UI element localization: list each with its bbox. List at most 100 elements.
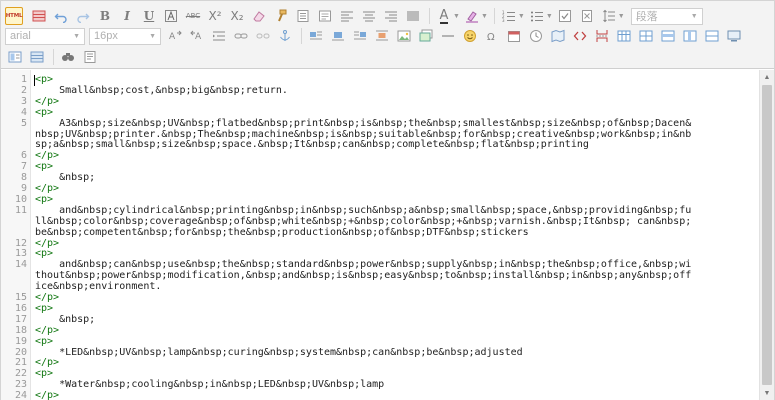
code-line-text[interactable]: A3&nbsp;size&nbsp;UV&nbsp;flatbed&nbsp;p…: [35, 118, 691, 129]
code-line-text[interactable]: &nbsp;: [35, 172, 95, 183]
emotion-icon[interactable]: [460, 26, 480, 46]
insert-col-icon[interactable]: [680, 26, 700, 46]
code-line-tag[interactable]: </p>: [35, 325, 59, 336]
direction-ltr-icon[interactable]: A: [165, 26, 185, 46]
code-line-text[interactable]: ll&nbsp;color&nbsp;coverage&nbsp;of&nbsp…: [35, 216, 691, 227]
map-icon[interactable]: [548, 26, 568, 46]
date-icon[interactable]: [504, 26, 524, 46]
code-line-text[interactable]: be&nbsp;competent&nbsp;for&nbsp;the&nbsp…: [35, 227, 529, 238]
vertical-scrollbar[interactable]: ▲ ▼: [759, 70, 774, 400]
code-line-tag[interactable]: </p>: [35, 390, 59, 400]
anchor-icon[interactable]: [275, 26, 295, 46]
code-line-text[interactable]: ice&nbsp;environment.: [35, 281, 161, 292]
code-line-text[interactable]: Small&nbsp;cost,&nbsp;big&nbsp;return.: [35, 85, 288, 96]
page-break-icon[interactable]: [592, 26, 612, 46]
code-line-tag[interactable]: <p>: [35, 303, 53, 314]
code-line-text[interactable]: nbsp;UV&nbsp;printer.&nbsp;The&nbsp;mach…: [35, 129, 691, 140]
template-icon[interactable]: [5, 47, 25, 67]
image-right-icon[interactable]: [350, 26, 370, 46]
code-line-text[interactable]: and&nbsp;cylindrical&nbsp;printing&nbsp;…: [35, 205, 691, 216]
special-char-icon[interactable]: Ω: [482, 26, 502, 46]
subscript-icon[interactable]: X₂: [227, 6, 247, 26]
insert-table-icon[interactable]: [614, 26, 634, 46]
indent-icon[interactable]: [209, 26, 229, 46]
eraser-icon[interactable]: [249, 6, 269, 26]
code-line-tag[interactable]: <p>: [35, 368, 53, 379]
underline-icon[interactable]: U: [139, 6, 159, 26]
code-line-tag[interactable]: </p>: [35, 96, 59, 107]
bold-icon[interactable]: B: [95, 6, 115, 26]
image-center-icon[interactable]: [372, 26, 392, 46]
paragraph-format-select[interactable]: 段落 ▼: [630, 7, 703, 25]
unordered-list-icon[interactable]: [527, 6, 547, 26]
line-height-icon[interactable]: [599, 6, 619, 26]
block-quote-icon[interactable]: [315, 6, 335, 26]
image-left-icon[interactable]: [306, 26, 326, 46]
insert-row-icon[interactable]: [658, 26, 678, 46]
code-line-tag[interactable]: <p>: [35, 194, 53, 205]
code-line-tag[interactable]: </p>: [35, 150, 59, 161]
image-none-icon[interactable]: [328, 26, 348, 46]
code-line-text[interactable]: thout&nbsp;power&nbsp;modification,&nbsp…: [35, 270, 691, 281]
chevron-down-icon[interactable]: ▼: [546, 13, 553, 20]
format-brush-icon[interactable]: [271, 6, 291, 26]
html-source-editor[interactable]: 1 2 3 4 5 6 7 8 9 10 11 12 13 14 15 16 17 18 19 20 21 22 23 24 …: [1, 70, 774, 400]
code-line-text[interactable]: &nbsp;: [35, 314, 95, 325]
code-line-text[interactable]: *Water&nbsp;cooling&nbsp;in&nbsp;LED&nbs…: [35, 379, 384, 390]
multi-image-icon[interactable]: [416, 26, 436, 46]
code-line-tag[interactable]: </p>: [35, 292, 59, 303]
scroll-down-arrow-icon[interactable]: ▼: [760, 386, 774, 400]
chevron-down-icon[interactable]: ▼: [618, 13, 625, 20]
superscript-icon[interactable]: X²: [205, 6, 225, 26]
code-line-tag[interactable]: </p>: [35, 357, 59, 368]
table-icon[interactable]: [29, 6, 49, 26]
code-line-tag[interactable]: <p>: [35, 161, 53, 172]
select-all-icon[interactable]: [555, 6, 575, 26]
horizontal-rule-icon[interactable]: [438, 26, 458, 46]
strikethrough-icon[interactable]: ABC: [183, 6, 203, 26]
auto-typeset-icon[interactable]: [293, 6, 313, 26]
undo-icon[interactable]: [51, 6, 71, 26]
chevron-down-icon[interactable]: ▼: [453, 13, 460, 20]
align-center-icon[interactable]: [359, 6, 379, 26]
insert-image-icon[interactable]: [394, 26, 414, 46]
search-replace-icon[interactable]: [58, 47, 78, 67]
code-line-text[interactable]: sp;a&nbsp;small&nbsp;size&nbsp;space.&nb…: [35, 139, 589, 150]
background-icon[interactable]: [27, 47, 47, 67]
align-right-icon[interactable]: [381, 6, 401, 26]
highlight-color-icon[interactable]: [462, 6, 482, 26]
time-icon[interactable]: [526, 26, 546, 46]
code-line-tag[interactable]: </p>: [35, 183, 59, 194]
italic-icon[interactable]: I: [117, 6, 137, 26]
chevron-down-icon[interactable]: ▼: [518, 13, 525, 20]
scrollbar-thumb[interactable]: [762, 85, 772, 385]
font-family-select[interactable]: arial ▼: [5, 27, 85, 45]
code-line-tag[interactable]: <p>: [35, 74, 53, 85]
link-icon[interactable]: [231, 26, 251, 46]
code-line-tag[interactable]: <p>: [35, 336, 53, 347]
word-count-icon[interactable]: [80, 47, 100, 67]
source-code-lines[interactable]: <p> Small&nbsp;cost,&nbsp;big&nbsp;retur…: [35, 70, 757, 400]
ordered-list-icon[interactable]: 123: [499, 6, 519, 26]
code-line-text[interactable]: and&nbsp;can&nbsp;use&nbsp;the&nbsp;stan…: [35, 259, 691, 270]
html-source-button[interactable]: HTML: [5, 7, 23, 25]
font-color-icon[interactable]: A: [434, 6, 454, 26]
font-border-icon[interactable]: [161, 6, 181, 26]
clear-doc-icon[interactable]: [577, 6, 597, 26]
preview-icon[interactable]: [724, 26, 744, 46]
code-line-tag[interactable]: <p>: [35, 248, 53, 259]
direction-rtl-icon[interactable]: A: [187, 26, 207, 46]
code-line-text[interactable]: *LED&nbsp;UV&nbsp;lamp&nbsp;curing&nbsp;…: [35, 347, 523, 358]
scroll-up-arrow-icon[interactable]: ▲: [760, 70, 774, 84]
unlink-icon[interactable]: [253, 26, 273, 46]
chevron-down-icon[interactable]: ▼: [481, 13, 488, 20]
merge-cells-icon[interactable]: [702, 26, 722, 46]
redo-icon[interactable]: [73, 6, 93, 26]
delete-table-icon[interactable]: [636, 26, 656, 46]
align-justify-icon[interactable]: [403, 6, 423, 26]
font-size-select[interactable]: 16px ▼: [89, 27, 161, 45]
align-left-icon[interactable]: [337, 6, 357, 26]
code-line-tag[interactable]: <p>: [35, 107, 53, 118]
insert-code-icon[interactable]: [570, 26, 590, 46]
code-line-tag[interactable]: </p>: [35, 238, 59, 249]
